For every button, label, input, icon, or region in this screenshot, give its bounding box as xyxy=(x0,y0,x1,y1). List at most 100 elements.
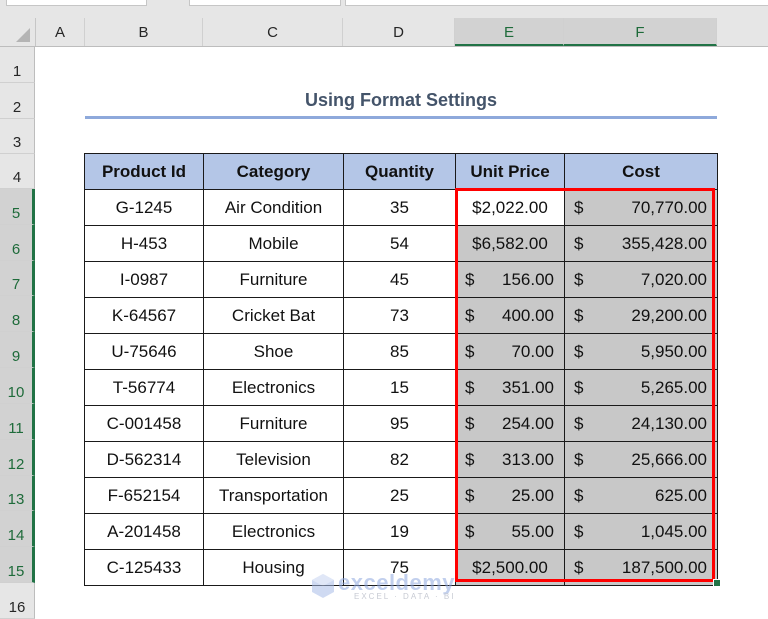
table-row: C-001458 Furniture 95 $254.00 $24,130.00 xyxy=(84,405,718,442)
cell-quantity[interactable]: 82 xyxy=(343,441,456,478)
cell-category[interactable]: Electronics xyxy=(203,513,344,550)
cell-unit-price[interactable]: $6,582.00 xyxy=(455,225,565,262)
unit-price-value: $2,022.00 xyxy=(472,198,548,217)
cell-unit-price[interactable]: $55.00 xyxy=(455,513,565,550)
header-product-id[interactable]: Product Id xyxy=(84,153,204,190)
unit-price-value: 351.00 xyxy=(502,378,554,397)
cell-category[interactable]: Shoe xyxy=(203,333,344,370)
formula-bar-controls[interactable] xyxy=(189,0,341,6)
row-header-1[interactable]: 1 xyxy=(0,47,35,83)
watermark-tagline: EXCEL · DATA · BI xyxy=(354,592,456,601)
cell-quantity[interactable]: 15 xyxy=(343,369,456,406)
cell-cost[interactable]: $5,950.00 xyxy=(564,333,718,370)
cell-product-id[interactable]: K-64567 xyxy=(84,297,204,334)
cell-product-id[interactable]: A-201458 xyxy=(84,513,204,550)
cell-quantity[interactable]: 19 xyxy=(343,513,456,550)
row-header-3[interactable]: 3 xyxy=(0,119,35,154)
select-all-triangle-icon xyxy=(16,28,30,42)
cell-unit-price[interactable]: $25.00 xyxy=(455,477,565,514)
row-header-9[interactable]: 9 xyxy=(0,332,35,368)
cell-category[interactable]: Furniture xyxy=(203,405,344,442)
fill-handle[interactable] xyxy=(713,579,721,587)
cell-cost[interactable]: $7,020.00 xyxy=(564,261,718,298)
header-unit-price[interactable]: Unit Price xyxy=(455,153,565,190)
column-header-d[interactable]: D xyxy=(343,18,455,46)
cell-product-id[interactable]: H-453 xyxy=(84,225,204,262)
cell-unit-price[interactable]: $156.00 xyxy=(455,261,565,298)
row-header-12[interactable]: 12 xyxy=(0,440,35,476)
cell-quantity[interactable]: 45 xyxy=(343,261,456,298)
row-header-5[interactable]: 5 xyxy=(0,189,35,225)
row-header-8[interactable]: 8 xyxy=(0,296,35,332)
row-header-6[interactable]: 6 xyxy=(0,225,35,261)
header-category[interactable]: Category xyxy=(203,153,344,190)
column-header-a[interactable]: A xyxy=(36,18,85,46)
row-number: 6 xyxy=(11,241,21,258)
cell-category[interactable]: Television xyxy=(203,441,344,478)
cell-cost[interactable]: $355,428.00 xyxy=(564,225,718,262)
cell-cost[interactable]: $29,200.00 xyxy=(564,297,718,334)
cell-product-id[interactable]: G-1245 xyxy=(84,189,204,226)
cell-cost[interactable]: $1,045.00 xyxy=(564,513,718,550)
row-header-16[interactable]: 16 xyxy=(0,583,35,619)
currency-symbol: $ xyxy=(574,378,584,397)
cell-category[interactable]: Transportation xyxy=(203,477,344,514)
row-header-10[interactable]: 10 xyxy=(0,368,35,404)
cell-quantity[interactable]: 73 xyxy=(343,297,456,334)
select-all-button[interactable] xyxy=(0,18,36,46)
header-quantity[interactable]: Quantity xyxy=(343,153,456,190)
cell-product-id[interactable]: D-562314 xyxy=(84,441,204,478)
cell-category[interactable]: Air Condition xyxy=(203,189,344,226)
row-header-7[interactable]: 7 xyxy=(0,261,35,296)
cell-product-id[interactable]: T-56774 xyxy=(84,369,204,406)
column-header-f[interactable]: F xyxy=(564,18,717,46)
cell-unit-price[interactable]: $313.00 xyxy=(455,441,565,478)
currency-symbol: $ xyxy=(574,558,584,577)
row-header-2[interactable]: 2 xyxy=(0,83,35,119)
row-header-15[interactable]: 15 xyxy=(0,547,35,583)
cost-value: 625.00 xyxy=(655,486,707,505)
cell-category[interactable]: Furniture xyxy=(203,261,344,298)
cell-unit-price[interactable]: $2,022.00 xyxy=(455,189,565,226)
cell-quantity[interactable]: 25 xyxy=(343,477,456,514)
row-header-11[interactable]: 11 xyxy=(0,404,35,440)
cell-quantity[interactable]: 95 xyxy=(343,405,456,442)
currency-symbol: $ xyxy=(574,522,584,541)
cell-cost[interactable]: $70,770.00 xyxy=(564,189,718,226)
cell-quantity[interactable]: 85 xyxy=(343,333,456,370)
cell-cost[interactable]: $24,130.00 xyxy=(564,405,718,442)
unit-price-value: 254.00 xyxy=(502,414,554,433)
cost-value: 25,666.00 xyxy=(631,450,707,469)
cell-unit-price[interactable]: $400.00 xyxy=(455,297,565,334)
cell-quantity[interactable]: 35 xyxy=(343,189,456,226)
cell-cost[interactable]: $25,666.00 xyxy=(564,441,718,478)
column-header-c[interactable]: C xyxy=(203,18,343,46)
cell-quantity[interactable]: 54 xyxy=(343,225,456,262)
row-header-13[interactable]: 13 xyxy=(0,476,35,511)
cell-cost[interactable]: $187,500.00 xyxy=(564,549,718,586)
cell-category[interactable]: Cricket Bat xyxy=(203,297,344,334)
table-row: K-64567 Cricket Bat 73 $400.00 $29,200.00 xyxy=(84,297,718,334)
cell-unit-price[interactable]: $70.00 xyxy=(455,333,565,370)
cell-unit-price[interactable]: $254.00 xyxy=(455,405,565,442)
cell-product-id[interactable]: U-75646 xyxy=(84,333,204,370)
cell-unit-price[interactable]: $351.00 xyxy=(455,369,565,406)
row-header-14[interactable]: 14 xyxy=(0,511,35,547)
cell-unit-price[interactable]: $2,500.00 xyxy=(455,549,565,586)
column-header-e[interactable]: E xyxy=(455,18,564,46)
row-header-4[interactable]: 4 xyxy=(0,154,35,189)
header-cost[interactable]: Cost xyxy=(564,153,718,190)
formula-input[interactable] xyxy=(345,0,768,6)
cell-product-id[interactable]: I-0987 xyxy=(84,261,204,298)
cell-category[interactable]: Mobile xyxy=(203,225,344,262)
cell-product-id[interactable]: C-125433 xyxy=(84,549,204,586)
cell-product-id[interactable]: C-001458 xyxy=(84,405,204,442)
cell-cost[interactable]: $625.00 xyxy=(564,477,718,514)
column-header-b[interactable]: B xyxy=(85,18,203,46)
unit-price-value: 156.00 xyxy=(502,270,554,289)
cell-cost[interactable]: $5,265.00 xyxy=(564,369,718,406)
table-row: G-1245 Air Condition 35 $2,022.00 $70,770.00 xyxy=(84,189,718,226)
cell-product-id[interactable]: F-652154 xyxy=(84,477,204,514)
cell-category[interactable]: Electronics xyxy=(203,369,344,406)
name-box[interactable] xyxy=(6,0,147,6)
